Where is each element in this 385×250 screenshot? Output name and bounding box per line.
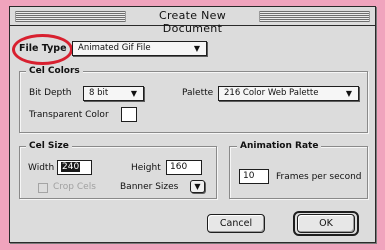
transparent-color-swatch[interactable]	[121, 107, 137, 122]
ok-button[interactable]: OK	[297, 214, 355, 233]
palette-label: Palette	[182, 88, 214, 98]
cel-colors-group	[19, 71, 368, 133]
width-value: 240	[61, 162, 81, 172]
chevron-down-icon: ▼	[130, 89, 138, 98]
create-document-dialog: Create New Document File Type Animated G…	[9, 6, 376, 243]
frames-per-second-input[interactable]: 10	[239, 169, 269, 184]
title-bar[interactable]: Create New Document	[10, 7, 375, 35]
bit-depth-select[interactable]: 8 bit ▼	[83, 86, 144, 101]
transparent-color-label: Transparent Color	[29, 110, 109, 120]
width-input[interactable]: 240	[57, 160, 92, 175]
chevron-down-icon: ▼	[193, 44, 201, 53]
cancel-button[interactable]: Cancel	[207, 214, 265, 233]
cel-size-title: Cel Size	[26, 141, 72, 151]
title-bar-stripes-left	[15, 11, 126, 22]
banner-sizes-button[interactable]: ▼	[190, 180, 205, 193]
chevron-down-icon: ▼	[194, 182, 201, 191]
animation-rate-title: Animation Rate	[237, 141, 322, 151]
file-type-value: Animated Gif File	[78, 43, 151, 53]
height-input[interactable]: 160	[166, 160, 202, 175]
file-type-label: File Type	[19, 43, 67, 54]
dialog-title: Create New Document	[158, 9, 227, 35]
frames-per-second-label: Frames per second	[276, 172, 362, 182]
chevron-down-icon: ▼	[345, 89, 353, 98]
height-label: Height	[131, 163, 161, 173]
file-type-select[interactable]: Animated Gif File ▼	[72, 41, 207, 56]
width-label: Width	[28, 163, 55, 173]
banner-sizes-label: Banner Sizes	[120, 182, 179, 192]
crop-cels-label: Crop Cels	[53, 182, 96, 192]
bit-depth-label: Bit Depth	[29, 88, 72, 98]
crop-cels-checkbox[interactable]	[38, 183, 48, 193]
frames-per-second-value: 10	[243, 171, 255, 181]
palette-select[interactable]: 216 Color Web Palette ▼	[218, 86, 359, 101]
title-bar-stripes-right	[259, 11, 370, 22]
height-value: 160	[170, 162, 188, 172]
cel-colors-title: Cel Colors	[26, 66, 83, 76]
palette-value: 216 Color Web Palette	[224, 88, 319, 98]
bit-depth-value: 8 bit	[89, 88, 109, 98]
